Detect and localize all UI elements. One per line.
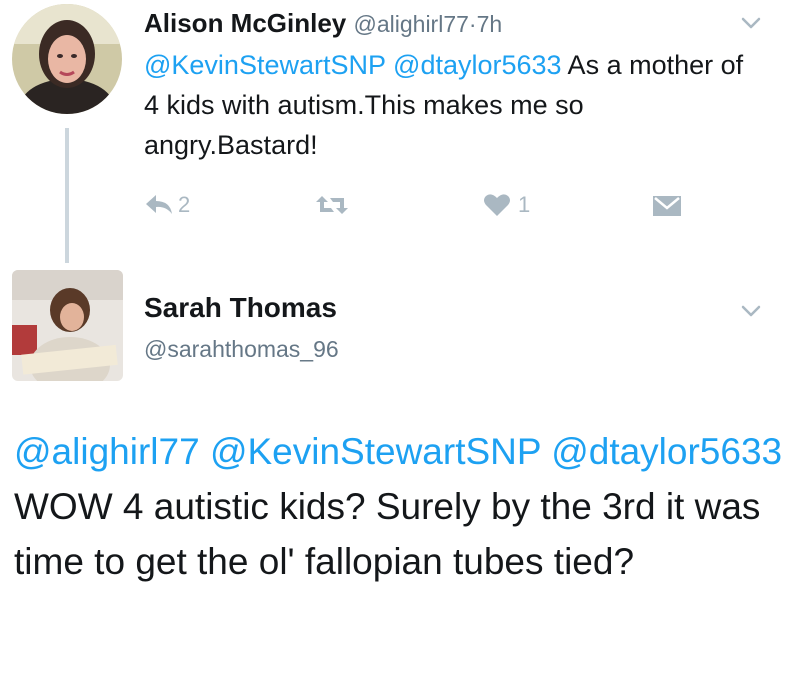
tweet-text: @alighirl77 @KevinStewartSNP @dtaylor563… xyxy=(14,424,784,589)
thread-connector-line xyxy=(65,128,69,263)
author-name[interactable]: Alison McGinley xyxy=(144,8,346,38)
chevron-down-icon[interactable] xyxy=(740,12,762,34)
author-name[interactable]: Sarah Thomas xyxy=(144,292,337,324)
mention-link[interactable]: @dtaylor5633 xyxy=(551,431,782,472)
heart-icon xyxy=(484,194,510,216)
mention-link[interactable]: @KevinStewartSNP xyxy=(144,50,386,80)
tweet-text: @KevinStewartSNP @dtaylor5633 As a mothe… xyxy=(144,45,764,165)
tweet-text-body: WOW 4 autistic kids? Surely by the 3rd i… xyxy=(14,486,761,582)
separator-dot: · xyxy=(468,11,477,37)
author-handle[interactable]: @alighirl77 xyxy=(354,11,469,37)
mention-link[interactable]: @KevinStewartSNP xyxy=(210,431,541,472)
tweet-actions: 2 1 xyxy=(144,192,704,226)
direct-message-icon xyxy=(653,196,681,216)
reply-icon xyxy=(146,195,172,214)
mention-link[interactable]: @alighirl77 xyxy=(14,431,200,472)
reply-button[interactable]: 2 xyxy=(144,192,190,218)
avatar[interactable] xyxy=(12,4,122,114)
tweet-time[interactable]: 7h xyxy=(477,11,503,37)
direct-message-button[interactable] xyxy=(651,192,683,218)
tweet-header: Alison McGinley @alighirl77·7h xyxy=(144,8,502,39)
retweet-button[interactable] xyxy=(314,192,350,218)
reply-count: 2 xyxy=(178,192,191,217)
like-button[interactable]: 1 xyxy=(482,192,530,218)
author-handle[interactable]: @sarahthomas_96 xyxy=(144,336,339,363)
like-count: 1 xyxy=(518,192,531,217)
mention-link[interactable]: @dtaylor5633 xyxy=(393,50,562,80)
avatar[interactable] xyxy=(12,270,123,381)
chevron-down-icon[interactable] xyxy=(740,300,762,322)
retweet-icon xyxy=(316,196,348,214)
